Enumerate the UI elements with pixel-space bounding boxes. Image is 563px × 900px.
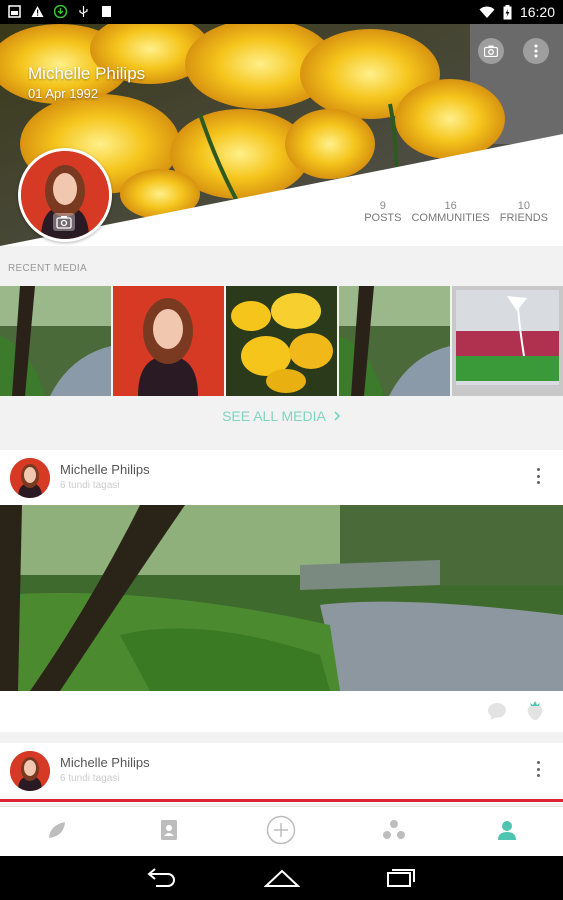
stat-count: 16 (444, 200, 457, 212)
stat-label: COMMUNITIES (411, 212, 490, 224)
media-thumb[interactable] (0, 286, 111, 396)
profile-dob: 01 Apr 1992 (28, 86, 99, 101)
post-menu-button[interactable] (537, 761, 541, 777)
camera-icon (484, 45, 498, 57)
portrait-photo (113, 286, 224, 396)
avatar-photo (10, 751, 50, 791)
see-all-media-link[interactable]: SEE ALL MEDIA (0, 408, 563, 424)
recent-media-strip (0, 286, 563, 396)
status-bar: 16:20 (0, 0, 563, 24)
river-photo (0, 286, 111, 396)
flowers-photo (226, 286, 337, 396)
usb-icon (79, 6, 88, 17)
change-avatar-button[interactable] (52, 212, 76, 232)
more-options-button[interactable] (523, 38, 549, 64)
avatar-photo (10, 458, 50, 498)
media-thumb[interactable] (339, 286, 450, 396)
profile-stats: 9 POSTS 16 COMMUNITIES 10 FRIENDS (359, 200, 553, 224)
see-all-label: SEE ALL MEDIA (222, 408, 326, 424)
post-card: Michelle Philips 6 tundi tagasi (0, 450, 563, 732)
avatar[interactable] (10, 458, 50, 498)
post-header: Michelle Philips 6 tundi tagasi (0, 743, 563, 798)
nav-communities[interactable] (379, 815, 409, 845)
clock: 16:20 (519, 4, 555, 20)
chevron-right-icon (334, 411, 341, 421)
media-thumb[interactable] (226, 286, 337, 396)
comment-icon[interactable] (487, 701, 507, 721)
profile-header: Michelle Philips 01 Apr 1992 9 POSTS 16 … (0, 24, 563, 246)
change-cover-button[interactable] (478, 38, 504, 64)
profile-name: Michelle Philips (28, 64, 146, 83)
post-menu-button[interactable] (537, 468, 541, 484)
back-icon[interactable] (146, 868, 178, 888)
stat-count: 10 (517, 200, 530, 212)
leaf-icon (49, 822, 65, 838)
recent-media-label: RECENT MEDIA (8, 263, 87, 274)
nav-add-post[interactable] (266, 815, 296, 845)
post-image[interactable] (0, 505, 563, 691)
contacts-book-icon (161, 820, 177, 840)
strawberry-like-icon[interactable] (525, 699, 545, 721)
post-author[interactable]: Michelle Philips (60, 755, 150, 770)
post-card: Michelle Philips 6 tundi tagasi (0, 743, 563, 803)
communities-icon (383, 820, 405, 839)
stat-friends[interactable]: 10 FRIENDS (495, 200, 553, 224)
recent-apps-icon[interactable] (386, 868, 416, 888)
post-timestamp: 6 tundi tagasi (60, 773, 120, 784)
camera-icon (53, 213, 75, 231)
stat-posts[interactable]: 9 POSTS (359, 200, 406, 224)
system-navigation-bar (0, 856, 563, 900)
post-actions (0, 691, 563, 731)
download-icon (54, 5, 67, 18)
river-photo (339, 286, 450, 396)
more-vert-icon (534, 44, 538, 58)
image-icon (8, 5, 21, 18)
bottom-navigation (0, 806, 563, 856)
home-icon[interactable] (264, 868, 300, 888)
post-header: Michelle Philips 6 tundi tagasi (0, 450, 563, 505)
nav-contacts[interactable] (154, 815, 184, 845)
add-circle-icon (266, 815, 296, 845)
post-author[interactable]: Michelle Philips (60, 462, 150, 477)
wifi-icon (479, 6, 495, 18)
stat-label: POSTS (364, 212, 402, 224)
stat-communities[interactable]: 16 COMMUNITIES (406, 200, 494, 224)
painting-photo (452, 286, 563, 396)
media-thumb[interactable] (452, 286, 563, 396)
river-photo (0, 505, 563, 691)
clipboard-icon (102, 6, 111, 17)
nav-profile[interactable] (492, 815, 522, 845)
stat-label: FRIENDS (499, 212, 548, 224)
stat-count: 9 (379, 200, 386, 212)
media-thumb[interactable] (113, 286, 224, 396)
warning-icon (31, 6, 44, 17)
avatar[interactable] (10, 751, 50, 791)
post-timestamp: 6 tundi tagasi (60, 480, 120, 491)
person-icon (498, 821, 516, 840)
battery-icon (503, 4, 512, 19)
nav-feed[interactable] (42, 815, 72, 845)
post-image-edge (0, 799, 563, 802)
